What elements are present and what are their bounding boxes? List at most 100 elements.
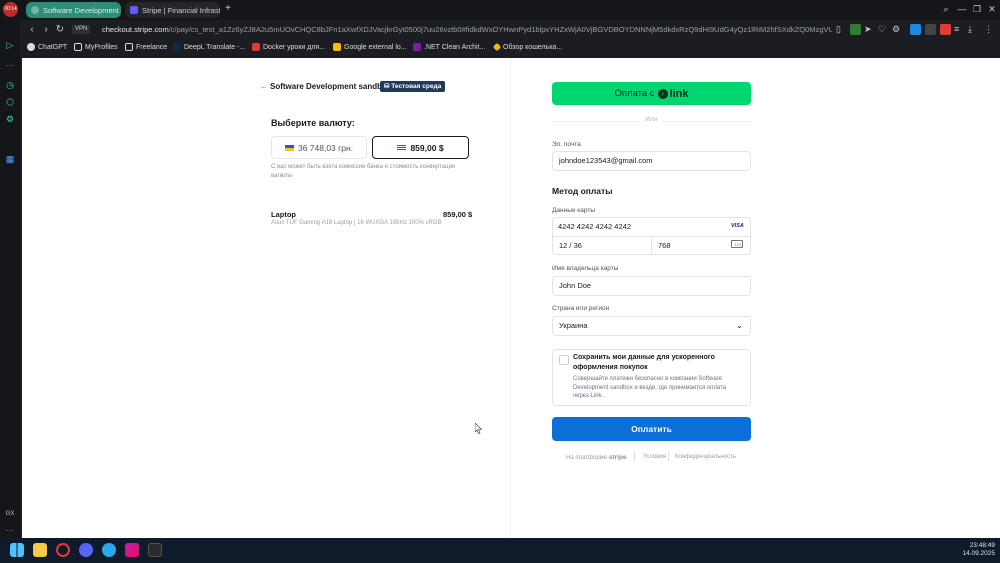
cvc-card-icon: 123 bbox=[731, 240, 743, 248]
product-description: Asus TUF Gaming A16 Laptop | 16 WUXGA 16… bbox=[271, 220, 442, 226]
minimize-icon[interactable]: — bbox=[956, 3, 968, 15]
currency-option-uah[interactable]: 36 748,03 грн. bbox=[271, 136, 367, 159]
payment-pane bbox=[510, 58, 1000, 538]
extension-red-icon[interactable] bbox=[940, 24, 951, 35]
reload-icon[interactable]: ↻ bbox=[54, 24, 66, 36]
card-cvc-field[interactable]: 768 bbox=[658, 241, 671, 250]
bookmark-deepl[interactable]: DeepL Translate -... bbox=[173, 41, 245, 53]
card-number-field[interactable]: 4242 4242 4242 4242 bbox=[558, 222, 631, 231]
dotnet-icon bbox=[413, 43, 421, 51]
maximize-icon[interactable]: ❐ bbox=[971, 3, 983, 15]
card-expiry-field[interactable]: 12 / 36 bbox=[559, 241, 582, 250]
tab-software-development[interactable]: Software Development sa bbox=[26, 2, 121, 18]
shield-icon[interactable] bbox=[850, 24, 861, 35]
product-price: 859,00 $ bbox=[443, 210, 473, 219]
bookmark-google[interactable]: Google external lo... bbox=[333, 41, 407, 53]
sidebar-apps-icon[interactable]: ▦ bbox=[4, 153, 16, 165]
taskbar-date: 14.09.2025 bbox=[962, 550, 995, 557]
new-tab-button[interactable]: + bbox=[225, 3, 231, 14]
bookmark-chatgpt[interactable]: ChatGPT bbox=[27, 41, 67, 53]
sidebar-history-icon[interactable]: ◷ bbox=[4, 79, 16, 91]
file-explorer-icon[interactable] bbox=[33, 543, 47, 557]
payment-method-title: Метод оплаты bbox=[552, 186, 613, 196]
url-path: /c/pay/cs_test_a1Zz6yZJ8A2u5mUOvCHQC8bJF… bbox=[168, 25, 832, 34]
code-icon bbox=[252, 43, 260, 51]
bookmark-freelance[interactable]: Freelance bbox=[125, 41, 167, 53]
chevron-down-icon: ⌄ bbox=[736, 321, 743, 330]
currency-option-usd[interactable]: 859,00 $ bbox=[372, 136, 469, 159]
telegram-icon[interactable] bbox=[102, 543, 116, 557]
url-host: checkout.stripe.com bbox=[102, 25, 169, 34]
save-info-title[interactable]: Сохранить мои данные для ускоренного офо… bbox=[573, 353, 733, 373]
stripe-favicon-icon bbox=[130, 6, 138, 14]
terminal-icon[interactable] bbox=[148, 543, 162, 557]
opera-gx-icon[interactable] bbox=[56, 543, 70, 557]
footer-terms-link[interactable]: Условия bbox=[643, 454, 666, 460]
stripe-logo: stripe bbox=[608, 454, 627, 461]
sidebar-play-icon[interactable]: ▷ bbox=[4, 39, 16, 51]
cardholder-name-field[interactable]: John Doe bbox=[552, 276, 751, 296]
binance-icon bbox=[492, 42, 502, 52]
card-vertical-divider bbox=[651, 236, 652, 255]
sidebar-settings-icon[interactable]: ⚙ bbox=[4, 113, 16, 125]
vpn-badge[interactable]: VPN bbox=[72, 25, 91, 34]
back-arrow-icon[interactable]: ← bbox=[260, 82, 268, 91]
holder-label: Имя владельца карты bbox=[552, 265, 619, 272]
rider-icon[interactable] bbox=[125, 543, 139, 557]
or-separator: Или bbox=[645, 116, 658, 123]
footer-privacy-link[interactable]: Конфиденциальность bbox=[675, 454, 736, 460]
send-icon[interactable]: ➤ bbox=[864, 24, 875, 35]
merchant-name[interactable]: Software Development sandbox bbox=[270, 82, 391, 91]
url-field[interactable]: checkout.stripe.com/c/pay/cs_test_a1Zz6y… bbox=[102, 22, 832, 37]
country-label: Страна или регион bbox=[552, 305, 610, 312]
tab-favicon-icon bbox=[31, 6, 39, 14]
menu-icon[interactable]: ≡ bbox=[954, 24, 965, 35]
taskbar-time: 23:48:49 bbox=[969, 542, 995, 549]
folder-icon bbox=[74, 43, 82, 51]
download-icon[interactable]: ⤓ bbox=[968, 24, 979, 35]
tab-stripe[interactable]: Stripe | Financial Infrastru bbox=[125, 2, 220, 18]
bookmark-wallet[interactable]: Обзор кошелька... bbox=[492, 41, 562, 53]
tab-label: Stripe | Financial Infrastru bbox=[142, 5, 220, 15]
extension-x-icon[interactable] bbox=[925, 24, 936, 35]
extension-blue-icon[interactable] bbox=[910, 24, 921, 35]
bookmark-docker[interactable]: Docker уроки для... bbox=[252, 41, 325, 53]
sidebar-overflow-icon[interactable]: ··· bbox=[4, 524, 16, 536]
footer-separator bbox=[634, 452, 635, 461]
close-icon[interactable]: ✕ bbox=[986, 3, 998, 15]
sidebar-gx-icon[interactable]: GX bbox=[4, 508, 16, 520]
footer-powered-by: На платформе stripe bbox=[566, 454, 627, 461]
email-label: Эл. почта bbox=[552, 141, 581, 148]
folder-icon bbox=[125, 43, 133, 51]
bookmark-dotnet[interactable]: .NET Clean Archit... bbox=[413, 41, 485, 53]
extensions-icon[interactable]: ⚙ bbox=[892, 24, 903, 35]
currency-note: С вас может быть взята комиссия банка и … bbox=[271, 164, 456, 179]
save-info-checkbox[interactable] bbox=[559, 355, 569, 365]
pay-button[interactable]: Оплатить bbox=[552, 417, 751, 441]
email-field[interactable]: johndoe123543@gmail.com bbox=[552, 151, 751, 171]
taskbar-clock[interactable]: 23:48:49 14.09.2025 bbox=[955, 542, 995, 558]
back-icon[interactable]: ‹ bbox=[26, 24, 38, 36]
windows-start-icon[interactable] bbox=[10, 543, 24, 557]
google-icon bbox=[333, 43, 341, 51]
browser-logo[interactable]: 00:14 bbox=[3, 2, 18, 17]
forward-icon[interactable]: › bbox=[40, 24, 52, 36]
sidebar-more-icon[interactable]: ··· bbox=[4, 59, 16, 71]
visa-icon: VISA bbox=[731, 223, 744, 229]
us-flag-icon bbox=[397, 144, 407, 151]
mouse-cursor-icon bbox=[475, 423, 482, 434]
deepl-icon bbox=[173, 43, 181, 51]
ukraine-flag-icon bbox=[284, 144, 294, 151]
test-mode-badge: ⛁ Тестовая среда bbox=[380, 81, 446, 92]
country-select[interactable]: Украина bbox=[552, 316, 751, 336]
more-icon[interactable]: ⋮ bbox=[984, 24, 995, 35]
heart-icon[interactable]: ♡ bbox=[878, 24, 889, 35]
link-arrow-icon: › bbox=[657, 88, 668, 99]
bookmark-icon[interactable]: ▯ bbox=[836, 24, 847, 35]
product-name: Laptop bbox=[271, 210, 296, 219]
bookmark-myprofiles[interactable]: MyProfiles bbox=[74, 41, 118, 53]
pay-with-link-button[interactable]: Оплата с › link bbox=[552, 82, 751, 105]
discord-icon[interactable] bbox=[79, 543, 93, 557]
search-icon[interactable]: ⌕ bbox=[940, 3, 952, 15]
sidebar-cube-icon[interactable]: ⬡ bbox=[4, 96, 16, 108]
